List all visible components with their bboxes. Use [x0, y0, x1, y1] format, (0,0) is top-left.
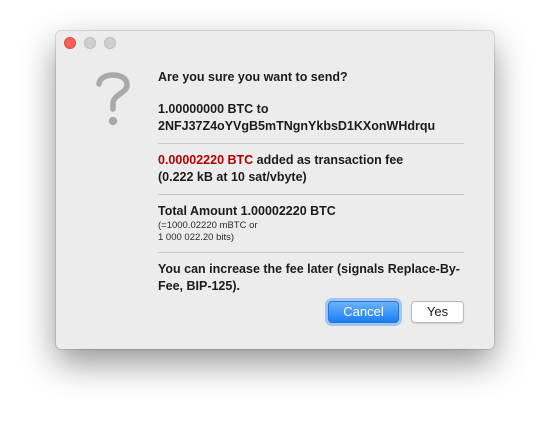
total-mbtc: (=1000.02220 mBTC or — [158, 220, 258, 231]
question-text: Are you sure you want to send? — [158, 70, 348, 84]
recipient-section: 1.00000000 BTC to 2NFJ37Z4oYVgB5mTNgnYkb… — [158, 101, 464, 143]
fee-line: 0.00002220 BTC added as transaction fee — [158, 152, 464, 169]
fee-amount: 0.00002220 BTC — [158, 153, 254, 167]
question-mark-icon — [96, 72, 130, 126]
title-bar — [56, 31, 494, 53]
divider — [158, 252, 464, 253]
total-section: Total Amount 1.00002220 BTC (=1000.02220… — [158, 203, 464, 252]
fee-section: 0.00002220 BTC added as transaction fee … — [158, 152, 464, 194]
rbf-note: You can increase the fee later (signals … — [158, 262, 460, 293]
send-confirmation-dialog: Are you sure you want to send? 1.0000000… — [56, 31, 494, 349]
close-icon[interactable] — [64, 37, 76, 49]
divider — [158, 194, 464, 195]
maximize-icon[interactable] — [104, 37, 116, 49]
recipient-address: 2NFJ37Z4oYVgB5mTNgnYkbsD1KXonWHdrqu — [158, 119, 436, 133]
amount-line: 1.00000000 BTC to — [158, 102, 269, 116]
total-bits: 1 000 022.20 bits) — [158, 232, 235, 243]
fee-label: added as transaction fee — [253, 153, 404, 167]
total-amount: Total Amount 1.00002220 BTC — [158, 204, 336, 218]
yes-button[interactable]: Yes — [411, 301, 464, 323]
cancel-button[interactable]: Cancel — [328, 301, 399, 323]
minimize-icon[interactable] — [84, 37, 96, 49]
dialog-message: Are you sure you want to send? 1.0000000… — [158, 69, 464, 303]
fee-detail: (0.222 kB at 10 sat/vbyte) — [158, 170, 307, 184]
divider — [158, 143, 464, 144]
